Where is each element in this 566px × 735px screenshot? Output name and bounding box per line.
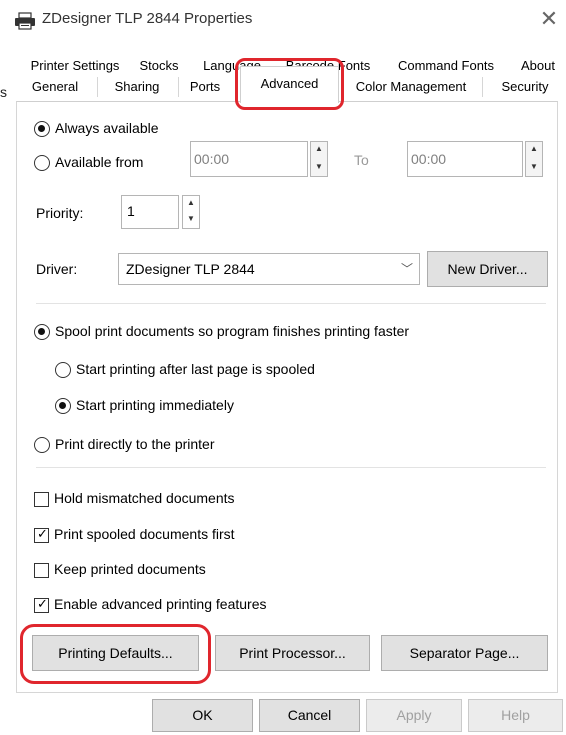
print-spooled-first-label: Print spooled documents first xyxy=(54,526,235,542)
start-after-last-page-radio[interactable] xyxy=(55,362,71,378)
checkmark-icon: ✓ xyxy=(37,526,48,541)
start-immediately-radio[interactable] xyxy=(55,398,71,414)
title-bar: ZDesigner TLP 2844 Properties ✕ xyxy=(0,0,566,42)
available-from-label: Available from xyxy=(55,154,144,170)
from-time-spinner[interactable]: ▲ ▼ xyxy=(310,141,328,177)
to-label: To xyxy=(354,152,369,168)
tab-divider xyxy=(178,77,179,97)
priority-input[interactable]: 1 xyxy=(121,195,179,229)
spin-up-icon[interactable]: ▲ xyxy=(311,144,327,153)
spin-up-icon[interactable]: ▲ xyxy=(526,144,542,153)
spin-up-icon[interactable]: ▲ xyxy=(183,198,199,207)
tab-printer-settings[interactable]: Printer Settings xyxy=(25,56,125,76)
cancel-button[interactable]: Cancel xyxy=(259,699,360,732)
enable-advanced-label: Enable advanced printing features xyxy=(54,596,267,612)
tab-stocks[interactable]: Stocks xyxy=(133,56,185,76)
section-divider xyxy=(36,467,546,468)
section-divider xyxy=(36,303,546,304)
tab-general[interactable]: General xyxy=(24,77,86,97)
tab-divider xyxy=(482,77,483,97)
ok-button[interactable]: OK xyxy=(152,699,253,732)
printer-icon xyxy=(15,12,35,30)
tab-command-fonts[interactable]: Command Fonts xyxy=(390,56,502,76)
priority-label: Priority: xyxy=(36,205,84,221)
from-time-input[interactable]: 00:00 xyxy=(190,141,308,177)
tab-about[interactable]: About xyxy=(513,56,563,76)
help-button[interactable]: Help xyxy=(468,699,563,732)
clipped-edge-glyph: s xyxy=(0,84,7,100)
driver-label: Driver: xyxy=(36,261,78,277)
to-time-input[interactable]: 00:00 xyxy=(407,141,523,177)
checkmark-icon: ✓ xyxy=(37,596,48,611)
tab-sharing[interactable]: Sharing xyxy=(100,77,174,97)
available-from-radio[interactable] xyxy=(34,155,50,171)
always-available-label: Always available xyxy=(55,120,159,136)
start-immediately-label: Start printing immediately xyxy=(76,397,234,413)
spool-label: Spool print documents so program finishe… xyxy=(55,323,410,339)
driver-select-value: ZDesigner TLP 2844 xyxy=(126,261,255,277)
printing-defaults-highlight xyxy=(20,624,211,684)
print-directly-radio[interactable] xyxy=(34,437,50,453)
hold-mismatched-label: Hold mismatched documents xyxy=(54,490,235,506)
close-icon[interactable]: ✕ xyxy=(539,6,559,32)
print-processor-button[interactable]: Print Processor... xyxy=(215,635,370,671)
to-time-spinner[interactable]: ▲ ▼ xyxy=(525,141,543,177)
print-spooled-first-checkbox[interactable]: ✓ xyxy=(34,526,49,543)
tab-ports[interactable]: Ports xyxy=(180,77,230,97)
enable-advanced-checkbox[interactable]: ✓ xyxy=(34,596,49,613)
new-driver-button[interactable]: New Driver... xyxy=(427,251,548,287)
always-available-radio[interactable] xyxy=(34,121,50,137)
spool-radio[interactable] xyxy=(34,324,50,340)
chevron-down-icon: ﹀ xyxy=(400,262,413,276)
keep-printed-label: Keep printed documents xyxy=(54,561,206,577)
driver-select[interactable]: ZDesigner TLP 2844 ﹀ xyxy=(118,253,420,285)
tab-security[interactable]: Security xyxy=(490,77,560,97)
priority-spinner[interactable]: ▲ ▼ xyxy=(182,195,200,229)
spin-down-icon[interactable]: ▼ xyxy=(311,162,327,171)
hold-mismatched-checkbox[interactable] xyxy=(34,492,49,507)
tab-divider xyxy=(97,77,98,97)
print-directly-label: Print directly to the printer xyxy=(55,436,215,452)
window-title: ZDesigner TLP 2844 Properties xyxy=(42,10,253,27)
advanced-tab-highlight xyxy=(235,58,344,110)
apply-button[interactable]: Apply xyxy=(366,699,462,732)
start-after-last-page-label: Start printing after last page is spoole… xyxy=(76,361,315,377)
tab-color-management[interactable]: Color Management xyxy=(346,77,476,97)
keep-printed-checkbox[interactable] xyxy=(34,563,49,578)
spin-down-icon[interactable]: ▼ xyxy=(183,214,199,223)
separator-page-button[interactable]: Separator Page... xyxy=(381,635,548,671)
spin-down-icon[interactable]: ▼ xyxy=(526,162,542,171)
